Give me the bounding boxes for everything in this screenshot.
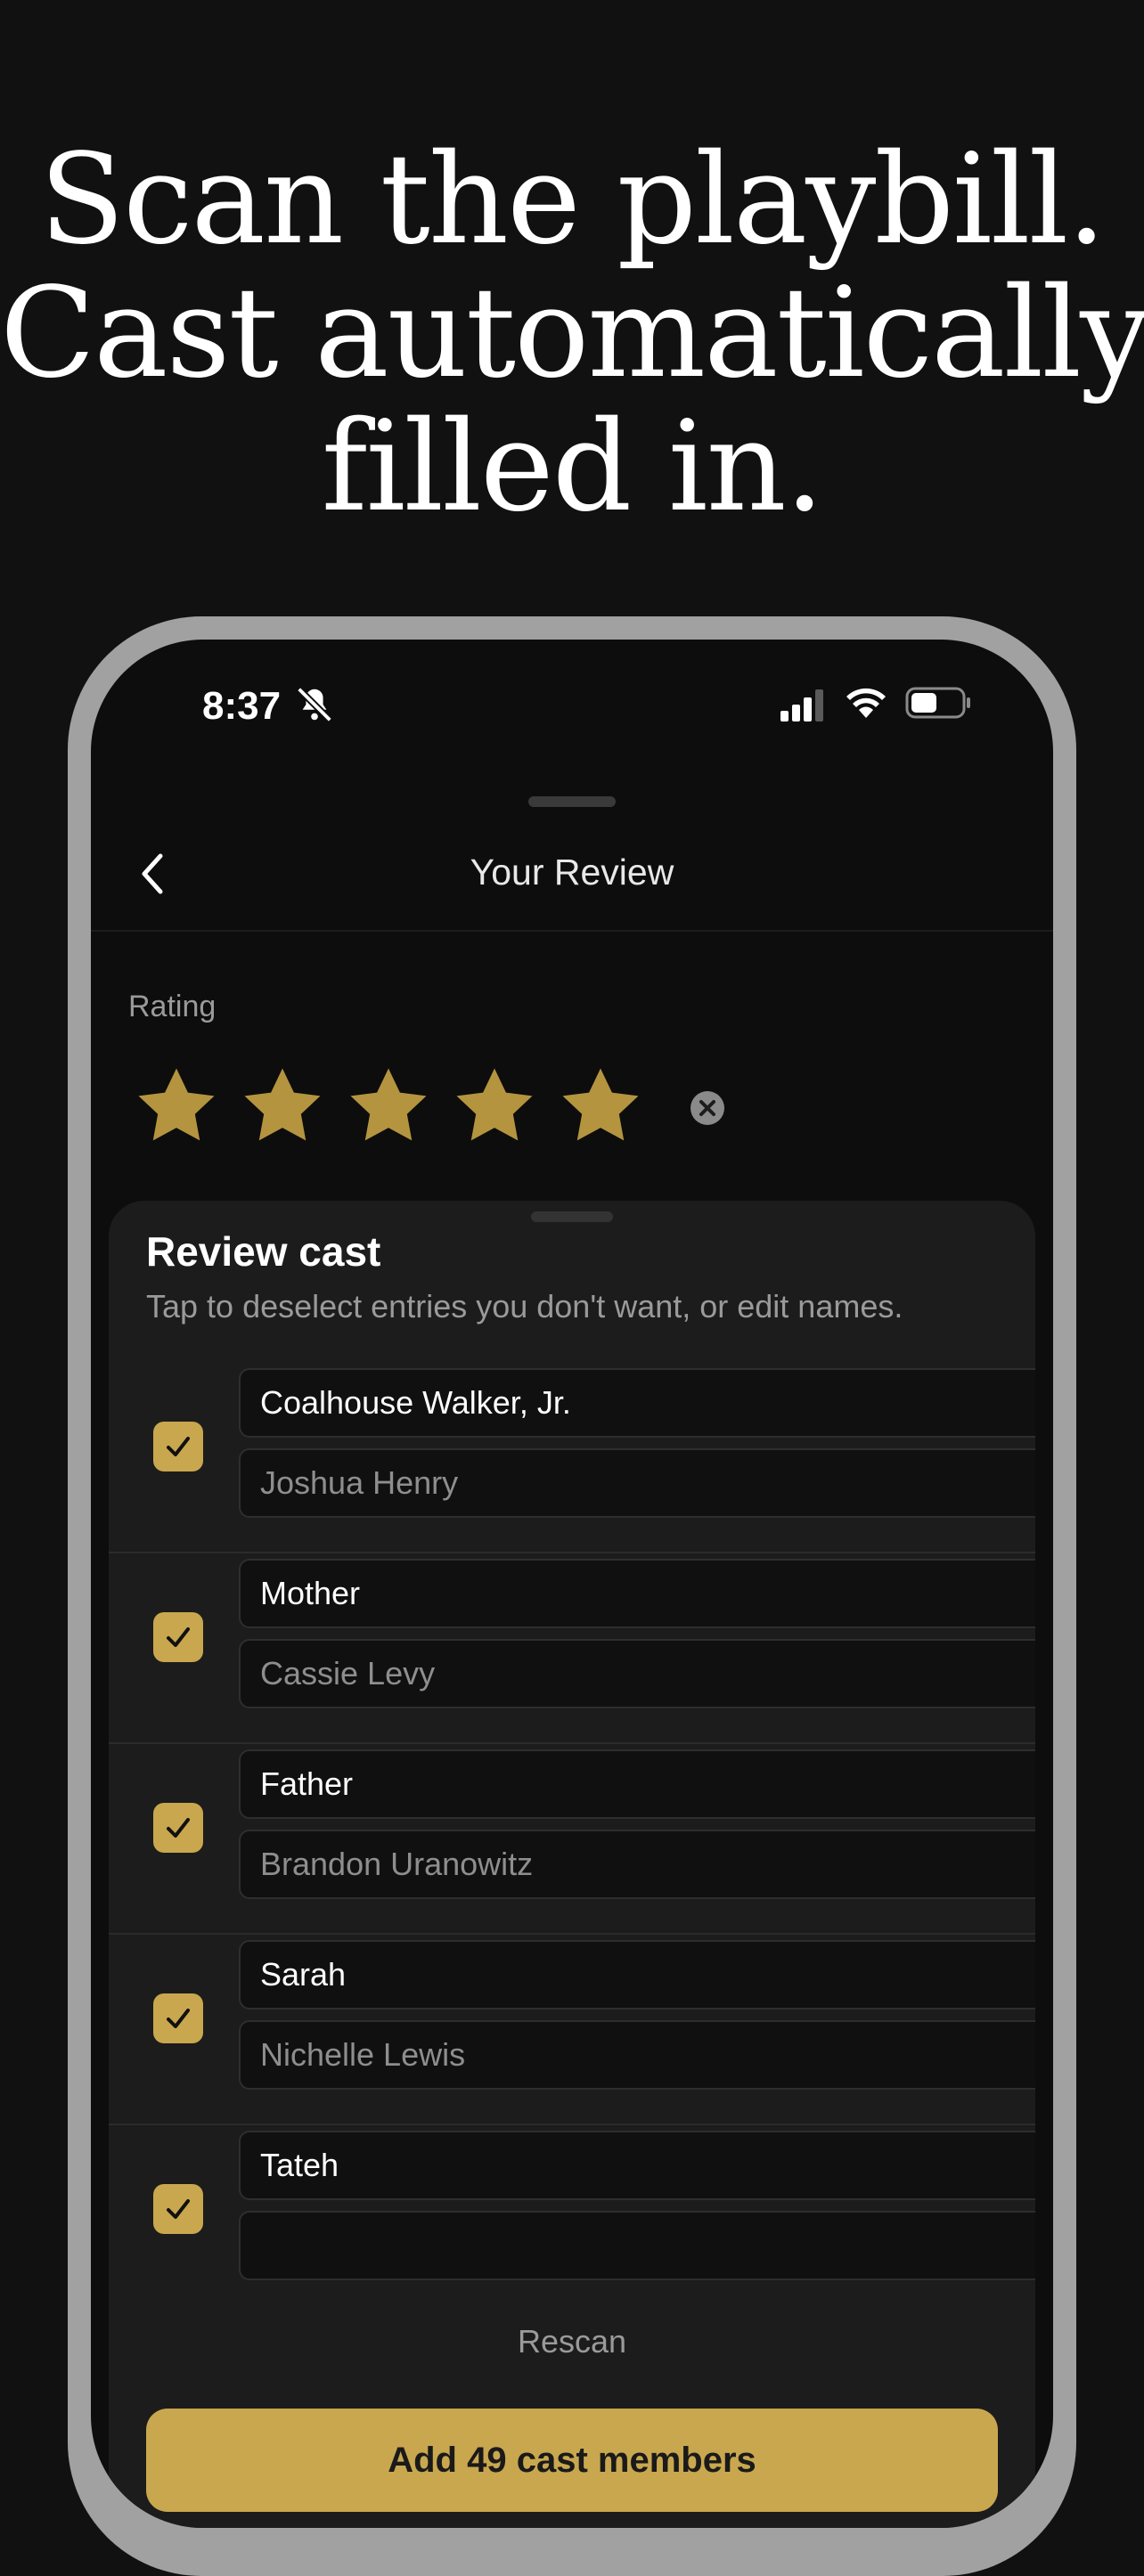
x-circle-icon[interactable] [690,1090,725,1126]
status-time: 8:37 [202,684,282,728]
role-input[interactable]: Sarah [239,1940,1035,2009]
star-icon[interactable] [132,1062,221,1151]
cast-checkbox[interactable] [153,1612,203,1662]
sheet-grabber[interactable] [531,1211,613,1222]
checkmark-icon [167,1627,190,1647]
cast-checkbox[interactable] [153,2184,203,2234]
nav-divider [91,930,1053,932]
actor-input[interactable]: Joshua Henry [239,1448,1035,1518]
cast-row: Mother Cassie Levy [109,1553,1035,1744]
headline-line-3: filled in. [321,395,825,540]
cast-list[interactable]: Coalhouse Walker, Jr. Joshua Henry Mothe… [109,1363,1035,2295]
star-icon[interactable] [344,1062,433,1151]
role-input[interactable]: Mother [239,1559,1035,1628]
review-cast-sheet: Review cast Tap to deselect entries you … [109,1201,1035,2528]
role-input[interactable]: Father [239,1749,1035,1819]
bell-slash-icon [297,687,332,722]
cast-row: Coalhouse Walker, Jr. Joshua Henry [109,1363,1035,1553]
actor-input[interactable]: Cassie Levy [239,1639,1035,1708]
checkmark-icon [167,1818,190,1838]
cast-row: Sarah Nichelle Lewis [109,1935,1035,2125]
cast-checkbox[interactable] [153,1803,203,1853]
checkmark-icon [167,2199,190,2219]
headline-line-1: Scan the playbill. [39,127,1107,273]
sheet-title: Review cast [146,1228,381,1275]
actor-input[interactable]: Nichelle Lewis [239,2020,1035,2090]
headline-line-2: Cast automatically [0,261,1144,406]
rescan-button[interactable]: Rescan [109,2323,1035,2360]
cast-row: Father Brandon Uranowitz [109,1744,1035,1935]
sheet-subtitle: Tap to deselect entries you don't want, … [146,1288,903,1325]
wifi-icon [846,688,886,718]
role-input[interactable]: Tateh [239,2131,1035,2200]
checkmark-icon [167,1437,190,1456]
battery-icon [905,687,970,719]
star-icon[interactable] [556,1062,645,1151]
phone-screen: 8:37 Your Review Rating Review cast Tap … [91,640,1053,2528]
rating-label: Rating [128,990,217,1023]
add-cast-members-button[interactable]: Add 49 cast members [146,2409,998,2512]
star-icon[interactable] [450,1062,539,1151]
nav-title: Your Review [470,852,674,893]
marketing-headline: Scan the playbill. Cast automatically fi… [0,134,1144,534]
sheet-grabber-top[interactable] [528,796,616,807]
actor-input[interactable] [239,2211,1035,2280]
cellular-signal-icon [780,689,823,721]
actor-input[interactable]: Brandon Uranowitz [239,1830,1035,1899]
role-input[interactable]: Coalhouse Walker, Jr. [239,1368,1035,1438]
star-icon[interactable] [238,1062,327,1151]
cast-checkbox[interactable] [153,1422,203,1471]
checkmark-icon [167,2009,190,2028]
cast-checkbox[interactable] [153,1993,203,2043]
cast-row: Tateh [109,2125,1035,2295]
